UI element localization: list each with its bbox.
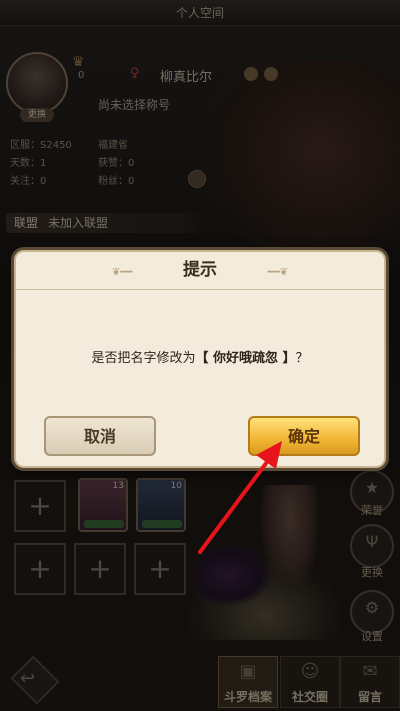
message-prefix: 是否把名字修改为 (91, 351, 196, 366)
dialog-message: 是否把名字修改为【 你好哦疏忽 】？ (16, 347, 384, 366)
cancel-button[interactable]: 取消 (44, 416, 156, 456)
dialog-title: 提示 (183, 260, 217, 280)
ornament-icon: ❦━━ (112, 267, 133, 278)
message-suffix: ？ (295, 351, 309, 366)
confirm-button[interactable]: 确定 (248, 416, 360, 456)
confirm-dialog: ❦━━ 提示 ━━❦ 是否把名字修改为【 你好哦疏忽 】？ 取消 确定 (14, 250, 386, 468)
new-name: 【 你好哦疏忽 】 (195, 351, 296, 366)
ornament-icon: ━━❦ (267, 267, 288, 278)
dialog-header: ❦━━ 提示 ━━❦ (16, 252, 384, 290)
